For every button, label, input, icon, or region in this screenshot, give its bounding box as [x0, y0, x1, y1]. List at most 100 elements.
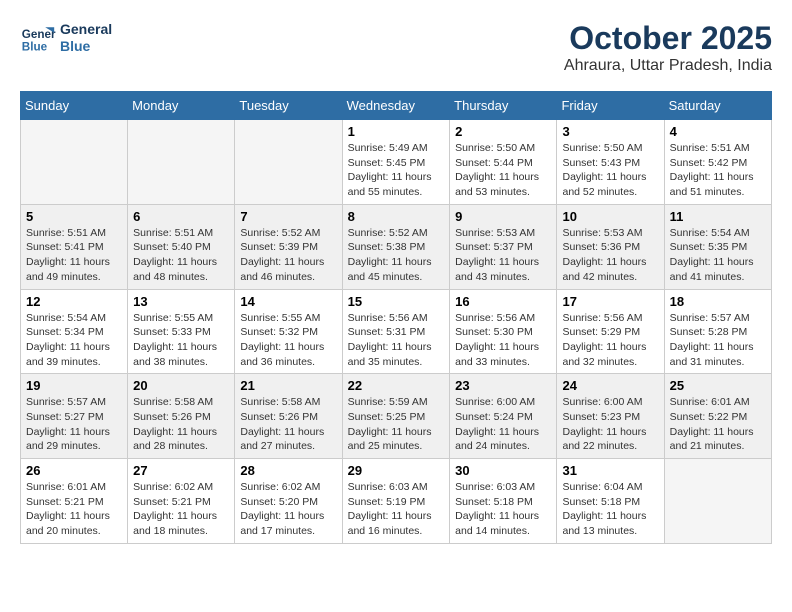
day-info: Sunrise: 6:00 AMSunset: 5:24 PMDaylight:… [455, 395, 551, 454]
calendar-day-cell: 21Sunrise: 5:58 AMSunset: 5:26 PMDayligh… [235, 374, 342, 459]
day-info: Sunrise: 6:03 AMSunset: 5:18 PMDaylight:… [455, 480, 551, 539]
logo-text-general: General [60, 21, 112, 38]
calendar-day-cell [235, 120, 342, 205]
calendar-week-row: 5 Sunrise: 5:51 AMSunset: 5:41 PMDaylight… [21, 204, 772, 289]
day-number: 21 [240, 378, 336, 393]
calendar-table: SundayMondayTuesdayWednesdayThursdayFrid… [20, 91, 772, 544]
weekday-header: Sunday [21, 92, 128, 120]
day-info: Sunrise: 5:54 AMSunset: 5:35 PMDaylight:… [670, 226, 766, 285]
weekday-header: Tuesday [235, 92, 342, 120]
day-number: 13 [133, 294, 229, 309]
svg-text:Blue: Blue [22, 41, 48, 54]
day-info: Sunrise: 5:58 AMSunset: 5:26 PMDaylight:… [133, 395, 229, 454]
calendar-day-cell: 25Sunrise: 6:01 AMSunset: 5:22 PMDayligh… [664, 374, 771, 459]
day-number: 1 [348, 124, 445, 139]
day-info: Sunrise: 5:51 AMSunset: 5:41 PMDaylight:… [26, 226, 122, 285]
day-number: 9 [455, 209, 551, 224]
day-number: 3 [562, 124, 658, 139]
calendar-day-cell: 7Sunrise: 5:52 AMSunset: 5:39 PMDaylight… [235, 204, 342, 289]
calendar-day-cell: 5 Sunrise: 5:51 AMSunset: 5:41 PMDaylight… [21, 204, 128, 289]
calendar-day-cell: 22 Sunrise: 5:59 AMSunset: 5:25 PMDayligh… [342, 374, 450, 459]
day-number: 30 [455, 463, 551, 478]
day-number: 18 [670, 294, 766, 309]
day-number: 2 [455, 124, 551, 139]
day-number: 6 [133, 209, 229, 224]
day-number: 20 [133, 378, 229, 393]
day-number: 10 [562, 209, 658, 224]
calendar-week-row: 1 Sunrise: 5:49 AMSunset: 5:45 PMDaylight… [21, 120, 772, 205]
day-number: 7 [240, 209, 336, 224]
day-number: 24 [562, 378, 658, 393]
calendar-day-cell [21, 120, 128, 205]
day-info: Sunrise: 5:50 AMSunset: 5:43 PMDaylight:… [562, 141, 658, 200]
page-header: General Blue General Blue October 2025 A… [20, 20, 772, 75]
day-number: 4 [670, 124, 766, 139]
weekday-header: Wednesday [342, 92, 450, 120]
calendar-day-cell: 15Sunrise: 5:56 AMSunset: 5:31 PMDayligh… [342, 289, 450, 374]
day-info: Sunrise: 5:54 AMSunset: 5:34 PMDaylight:… [26, 311, 122, 370]
weekday-header: Thursday [450, 92, 557, 120]
calendar-day-cell: 19 Sunrise: 5:57 AMSunset: 5:27 PMDayligh… [21, 374, 128, 459]
day-number: 19 [26, 378, 122, 393]
day-number: 11 [670, 209, 766, 224]
day-info: Sunrise: 5:53 AMSunset: 5:36 PMDaylight:… [562, 226, 658, 285]
day-info: Sunrise: 6:03 AMSunset: 5:19 PMDaylight:… [348, 480, 445, 539]
day-info: Sunrise: 5:57 AMSunset: 5:27 PMDaylight:… [26, 395, 122, 454]
calendar-day-cell: 12 Sunrise: 5:54 AMSunset: 5:34 PMDayligh… [21, 289, 128, 374]
day-info: Sunrise: 6:01 AMSunset: 5:21 PMDaylight:… [26, 480, 122, 539]
day-info: Sunrise: 5:53 AMSunset: 5:37 PMDaylight:… [455, 226, 551, 285]
calendar-day-cell: 2 Sunrise: 5:50 AMSunset: 5:44 PMDaylight… [450, 120, 557, 205]
day-info: Sunrise: 5:51 AMSunset: 5:40 PMDaylight:… [133, 226, 229, 285]
day-number: 26 [26, 463, 122, 478]
day-info: Sunrise: 5:50 AMSunset: 5:44 PMDaylight:… [455, 141, 551, 200]
logo: General Blue General Blue [20, 20, 112, 56]
calendar-day-cell: 28 Sunrise: 6:02 AMSunset: 5:20 PMDayligh… [235, 459, 342, 544]
calendar-day-cell: 26 Sunrise: 6:01 AMSunset: 5:21 PMDayligh… [21, 459, 128, 544]
calendar-week-row: 12 Sunrise: 5:54 AMSunset: 5:34 PMDayligh… [21, 289, 772, 374]
weekday-header: Monday [128, 92, 235, 120]
day-number: 8 [348, 209, 445, 224]
day-number: 22 [348, 378, 445, 393]
day-info: Sunrise: 6:02 AMSunset: 5:21 PMDaylight:… [133, 480, 229, 539]
calendar-day-cell: 8 Sunrise: 5:52 AMSunset: 5:38 PMDaylight… [342, 204, 450, 289]
calendar-day-cell [128, 120, 235, 205]
day-number: 29 [348, 463, 445, 478]
calendar-day-cell: 6 Sunrise: 5:51 AMSunset: 5:40 PMDaylight… [128, 204, 235, 289]
month-title: October 2025 [564, 20, 772, 57]
day-info: Sunrise: 6:02 AMSunset: 5:20 PMDaylight:… [240, 480, 336, 539]
calendar-day-cell: 9 Sunrise: 5:53 AMSunset: 5:37 PMDaylight… [450, 204, 557, 289]
calendar-day-cell: 14Sunrise: 5:55 AMSunset: 5:32 PMDayligh… [235, 289, 342, 374]
title-block: October 2025 Ahraura, Uttar Pradesh, Ind… [564, 20, 772, 75]
day-number: 25 [670, 378, 766, 393]
calendar-day-cell: 3 Sunrise: 5:50 AMSunset: 5:43 PMDaylight… [557, 120, 664, 205]
calendar-day-cell: 10 Sunrise: 5:53 AMSunset: 5:36 PMDayligh… [557, 204, 664, 289]
day-number: 16 [455, 294, 551, 309]
day-info: Sunrise: 5:57 AMSunset: 5:28 PMDaylight:… [670, 311, 766, 370]
calendar-day-cell: 29 Sunrise: 6:03 AMSunset: 5:19 PMDayligh… [342, 459, 450, 544]
calendar-day-cell: 16 Sunrise: 5:56 AMSunset: 5:30 PMDayligh… [450, 289, 557, 374]
calendar-day-cell: 13Sunrise: 5:55 AMSunset: 5:33 PMDayligh… [128, 289, 235, 374]
calendar-day-cell [664, 459, 771, 544]
day-info: Sunrise: 5:52 AMSunset: 5:38 PMDaylight:… [348, 226, 445, 285]
day-info: Sunrise: 5:59 AMSunset: 5:25 PMDaylight:… [348, 395, 445, 454]
logo-icon: General Blue [20, 20, 56, 56]
day-number: 12 [26, 294, 122, 309]
calendar-day-cell: 11 Sunrise: 5:54 AMSunset: 5:35 PMDayligh… [664, 204, 771, 289]
day-info: Sunrise: 5:56 AMSunset: 5:30 PMDaylight:… [455, 311, 551, 370]
day-number: 5 [26, 209, 122, 224]
day-info: Sunrise: 5:55 AMSunset: 5:32 PMDaylight:… [240, 311, 336, 370]
day-number: 28 [240, 463, 336, 478]
location: Ahraura, Uttar Pradesh, India [564, 57, 772, 75]
day-info: Sunrise: 5:49 AMSunset: 5:45 PMDaylight:… [348, 141, 445, 200]
day-number: 17 [562, 294, 658, 309]
calendar-day-cell: 4Sunrise: 5:51 AMSunset: 5:42 PMDaylight… [664, 120, 771, 205]
day-number: 23 [455, 378, 551, 393]
calendar-day-cell: 31Sunrise: 6:04 AMSunset: 5:18 PMDayligh… [557, 459, 664, 544]
calendar-day-cell: 20 Sunrise: 5:58 AMSunset: 5:26 PMDayligh… [128, 374, 235, 459]
calendar-day-cell: 18 Sunrise: 5:57 AMSunset: 5:28 PMDayligh… [664, 289, 771, 374]
weekday-header: Saturday [664, 92, 771, 120]
day-info: Sunrise: 6:04 AMSunset: 5:18 PMDaylight:… [562, 480, 658, 539]
logo-text-blue: Blue [60, 38, 112, 55]
day-info: Sunrise: 5:56 AMSunset: 5:31 PMDaylight:… [348, 311, 445, 370]
calendar-day-cell: 17Sunrise: 5:56 AMSunset: 5:29 PMDayligh… [557, 289, 664, 374]
